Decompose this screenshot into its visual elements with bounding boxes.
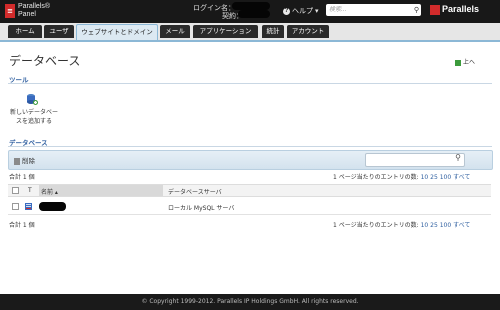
redacted-database-name[interactable]: [39, 202, 66, 211]
parallels-logo-icon: ≡: [5, 4, 15, 18]
up-arrow-icon: [455, 59, 461, 66]
search-icon[interactable]: ⚲: [455, 153, 461, 162]
delete-button[interactable]: 削除: [14, 155, 35, 165]
per-page-all[interactable]: すべて: [453, 174, 470, 181]
logo-line-1: Parallels®: [18, 3, 51, 10]
tab-websites-domains[interactable]: ウェブサイトとドメイン: [76, 24, 158, 40]
tab-account[interactable]: アカウント: [287, 25, 329, 38]
per-page-control-top: 1 ページ当たりのエントリの数: 10 25 100 すべて: [333, 172, 470, 181]
trash-icon: [14, 157, 20, 165]
help-label: ヘルプ ▾: [292, 8, 319, 15]
up-level-link[interactable]: 上へ: [455, 57, 475, 66]
per-page-100[interactable]: 100: [440, 222, 451, 229]
footer: © Copyright 1999-2012. Parallels IP Hold…: [0, 294, 500, 310]
per-page-control-bottom: 1 ページ当たりのエントリの数: 10 25 100 すべて: [333, 220, 470, 229]
page-title: データベース: [9, 54, 81, 68]
list-toolbar: 削除 ⚲: [8, 150, 493, 170]
parallels-brand: Parallels: [442, 4, 480, 14]
tab-home[interactable]: ホーム: [8, 25, 42, 38]
column-database-server[interactable]: データベースサーバ: [168, 187, 222, 196]
help-menu[interactable]: ? ヘルプ ▾: [283, 6, 318, 16]
add-database-label-1: 新しいデータベー: [9, 109, 58, 116]
tab-users[interactable]: ユーザ: [44, 25, 74, 38]
tab-mail[interactable]: メール: [160, 25, 190, 38]
column-type[interactable]: T: [28, 187, 32, 194]
redacted-contract: [238, 10, 270, 18]
logo-line-2: Panel: [18, 11, 36, 18]
mysql-database-icon: [25, 203, 32, 210]
table-header: T 名前 ▴ データベースサーバ: [8, 184, 491, 197]
redacted-login-name: [232, 2, 270, 10]
per-page-25[interactable]: 25: [430, 174, 438, 181]
search-icon[interactable]: ⚲: [414, 4, 419, 16]
product-logo: Parallels® Panel: [18, 3, 50, 19]
total-count-top: 合計 1 個: [9, 174, 35, 181]
per-page-25[interactable]: 25: [430, 222, 438, 229]
column-name[interactable]: 名前 ▴: [41, 187, 58, 196]
delete-label: 削除: [22, 157, 35, 165]
add-database-button[interactable]: 新しいデータベー スを追加する: [6, 108, 62, 126]
total-count-bottom: 合計 1 個: [9, 222, 35, 229]
per-page-label: 1 ページ当たりのエントリの数:: [333, 222, 419, 229]
per-page-all[interactable]: すべて: [453, 222, 470, 229]
row-checkbox[interactable]: [12, 203, 19, 210]
global-search-input[interactable]: 検索... ⚲: [326, 4, 421, 16]
add-database-icon[interactable]: [26, 93, 38, 105]
list-search-input[interactable]: ⚲: [365, 153, 465, 167]
tools-divider: [8, 83, 492, 84]
up-label: 上へ: [463, 59, 476, 66]
help-icon: ?: [283, 7, 290, 15]
top-bar: ≡ Parallels® Panel ログイン名： 契約： ? ヘルプ ▾ 検索.…: [0, 0, 500, 23]
per-page-10[interactable]: 10: [421, 174, 429, 181]
per-page-100[interactable]: 100: [440, 174, 451, 181]
search-placeholder: 検索...: [329, 6, 347, 13]
database-server-cell: ローカル MySQL サーバ: [168, 205, 235, 212]
databases-divider: [8, 146, 492, 147]
parallels-brand-icon: [430, 5, 440, 15]
add-database-label-2: スを追加する: [15, 118, 52, 125]
per-page-label: 1 ページ当たりのエントリの数:: [333, 174, 419, 181]
select-all-checkbox[interactable]: [12, 187, 19, 194]
tab-applications[interactable]: アプリケーション: [193, 25, 258, 38]
main-tabs: ホーム ユーザ ウェブサイトとドメイン メール アプリケーション 統計 アカウン…: [0, 23, 500, 42]
table-row: ローカル MySQL サーバ: [8, 199, 491, 215]
per-page-10[interactable]: 10: [421, 222, 429, 229]
tab-statistics[interactable]: 統計: [262, 25, 284, 38]
